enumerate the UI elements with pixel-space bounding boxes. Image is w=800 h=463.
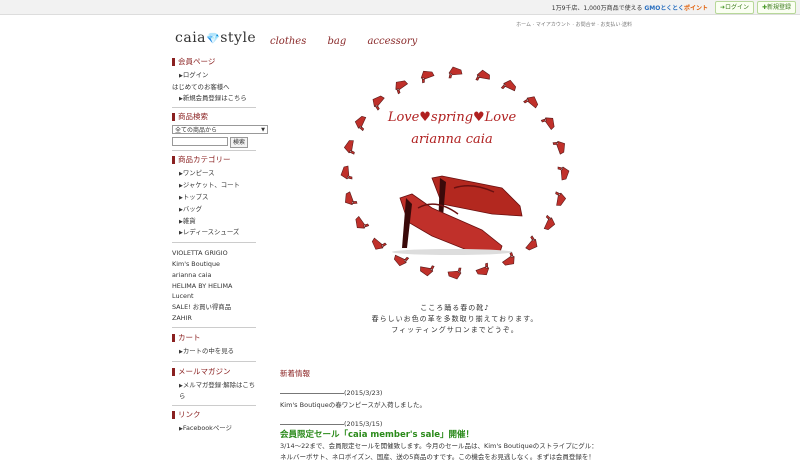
wreath-shoe-icon bbox=[448, 66, 463, 79]
divider bbox=[172, 326, 256, 328]
brand-kims[interactable]: Kim's Boutique bbox=[172, 259, 256, 270]
wreath-shoe-icon bbox=[343, 140, 355, 155]
mail-heading: メールマガジン bbox=[172, 367, 256, 376]
member-heading: 会員ページ bbox=[172, 58, 256, 66]
gmo-promo[interactable]: 1万9千店、1,000万商品で使える GMOとくとくポイント bbox=[552, 3, 708, 12]
sidebar-item-bag[interactable]: ▶バッグ bbox=[172, 204, 256, 216]
wreath-shoe-icon bbox=[420, 265, 435, 277]
category-nav: clothes bag accessory bbox=[270, 36, 435, 47]
wreath-shoe-icon bbox=[543, 214, 556, 231]
search-input[interactable] bbox=[172, 137, 228, 147]
news-sale-title[interactable]: 会員限定セール「caia member's sale」開催！ bbox=[280, 429, 630, 441]
sidebar-item-shoes[interactable]: ▶レディースシューズ bbox=[172, 227, 256, 239]
wreath-shoe-icon bbox=[523, 96, 539, 109]
search-button[interactable]: 検索 bbox=[230, 137, 249, 149]
red-shoes-image bbox=[392, 175, 523, 255]
banner-subtitle: arianna caia bbox=[411, 132, 493, 147]
news-divider bbox=[280, 423, 344, 425]
wreath-shoe-icon bbox=[340, 165, 353, 180]
subnav-account[interactable]: マイアカウント bbox=[536, 22, 571, 28]
news-divider bbox=[280, 392, 344, 394]
category-heading: 商品カテゴリー bbox=[172, 156, 256, 165]
divider bbox=[172, 107, 256, 109]
register-button[interactable]: ✚新規登録 bbox=[756, 1, 796, 14]
link-heading: リンク bbox=[172, 411, 256, 420]
nav-bag[interactable]: bag bbox=[328, 36, 347, 47]
sidebar-register-link[interactable]: ▶新規会員登録はこちら bbox=[172, 93, 256, 105]
caption-line: こころ踊る春の靴♪ bbox=[420, 304, 490, 312]
search-heading: 商品検索 bbox=[172, 113, 256, 122]
sidebar-item-jacket[interactable]: ▶ジャケット、コート bbox=[172, 180, 256, 192]
wreath-shoe-icon bbox=[354, 115, 367, 132]
wreath-shoe-icon bbox=[372, 95, 385, 111]
news-entry-body: ネルバーボサト、ネロボイズン、国産、送の5商品のすです。この機会をお見逃しなく。… bbox=[280, 453, 595, 461]
sidebar-item-onepiece[interactable]: ▶ワンピース bbox=[172, 168, 256, 180]
cart-heading: カート bbox=[172, 333, 256, 342]
sidebar-login-link[interactable]: ▶ログイン bbox=[172, 70, 256, 82]
chevron-down-icon: ▼ bbox=[261, 127, 265, 134]
wreath-shoe-icon bbox=[447, 267, 462, 280]
sidebar-facebook-link[interactable]: ▶Facebookページ bbox=[172, 423, 256, 435]
news-section: 新着情報 (2015/3/23) Kim's Boutiqueの春ワンピースが入… bbox=[280, 368, 630, 463]
search-scope-select[interactable]: 全ての商品から ▼ bbox=[172, 125, 268, 135]
divider bbox=[172, 242, 256, 244]
banner-title: Love♥spring♥Love bbox=[387, 110, 517, 125]
nav-clothes[interactable]: clothes bbox=[270, 36, 306, 47]
wreath-shoe-icon bbox=[420, 70, 435, 84]
news-heading: 新着情報 bbox=[280, 369, 310, 378]
wreath-shoe-icon bbox=[345, 191, 358, 206]
brand-helima[interactable]: HELIMA BY HELIMA bbox=[172, 281, 256, 292]
news-entry-body: 3/14～22まで、会員限定セールを開催致します。今月のセール品は、Kim's … bbox=[280, 442, 598, 450]
brand-sale[interactable]: SALE! お買い得商品 bbox=[172, 302, 256, 313]
subnav-contact[interactable]: お問合せ bbox=[576, 22, 596, 28]
subnav-home[interactable]: ホーム bbox=[516, 22, 531, 28]
brand-lucent[interactable]: Lucent bbox=[172, 291, 256, 302]
wreath-shoe-icon bbox=[557, 166, 570, 181]
diamond-icon: 💎 bbox=[206, 32, 221, 45]
wreath-shoe-icon bbox=[475, 262, 490, 276]
news-entry-text[interactable]: Kim's Boutiqueの春ワンピースが入荷しました。 bbox=[280, 398, 630, 412]
sidebar-first-time-link[interactable]: はじめてのお客様へ bbox=[172, 82, 256, 93]
wreath-shoe-icon bbox=[500, 79, 517, 92]
divider bbox=[172, 360, 256, 362]
divider bbox=[172, 150, 256, 152]
wreath-shoe-icon bbox=[475, 69, 490, 81]
divider bbox=[172, 405, 256, 407]
sidebar-mail-link[interactable]: ▶メルマガ登録·解除はこちら bbox=[172, 380, 256, 403]
sub-nav: ホーム · マイアカウント · お問合せ · お支払い·送料 bbox=[516, 22, 632, 28]
nav-accessory[interactable]: accessory bbox=[367, 36, 417, 47]
top-bar: 1万9千店、1,000万商品で使える GMOとくとくポイント ➜ログイン ✚新規… bbox=[0, 0, 800, 15]
sidebar-item-goods[interactable]: ▶雑貨 bbox=[172, 216, 256, 228]
news-date: (2015/3/23) bbox=[280, 389, 630, 398]
site-logo[interactable]: caia💎style bbox=[175, 30, 256, 46]
sidebar-cart-link[interactable]: ▶カートの中を見る bbox=[172, 346, 256, 358]
login-button[interactable]: ➜ログイン bbox=[714, 1, 754, 14]
gmo-logo: GMOとくとくポイント bbox=[644, 5, 708, 12]
brand-arianna[interactable]: arianna caia bbox=[172, 270, 256, 281]
caption-line: フィッティングサロンまでどうぞ。 bbox=[391, 326, 519, 334]
wreath-shoe-icon bbox=[552, 140, 565, 155]
promo-text: 1万9千店、1,000万商品で使える bbox=[551, 5, 643, 12]
wreath-shoe-icon bbox=[355, 215, 370, 229]
wreath-shoe-icon bbox=[395, 80, 409, 95]
banner-caption: こころ踊る春の靴♪ 春らしいお色の革を多数取り揃えております。 フィッティングサ… bbox=[350, 303, 560, 336]
sidebar-item-tops[interactable]: ▶トップス bbox=[172, 192, 256, 204]
wreath-shoe-icon bbox=[555, 191, 567, 206]
brand-zahir[interactable]: ZAHIR bbox=[172, 313, 256, 324]
brand-violetta[interactable]: VIOLETTA GRIGIO bbox=[172, 248, 256, 259]
subnav-payment[interactable]: お支払い·送料 bbox=[600, 22, 632, 28]
wreath-shoe-icon bbox=[540, 117, 555, 131]
caption-line: 春らしいお色の革を多数取り揃えております。 bbox=[371, 315, 539, 323]
news-date: (2015/3/15) bbox=[280, 420, 630, 429]
sidebar: 会員ページ ▶ログイン はじめてのお客様へ ▶新規会員登録はこちら 商品検索 全… bbox=[172, 58, 268, 435]
